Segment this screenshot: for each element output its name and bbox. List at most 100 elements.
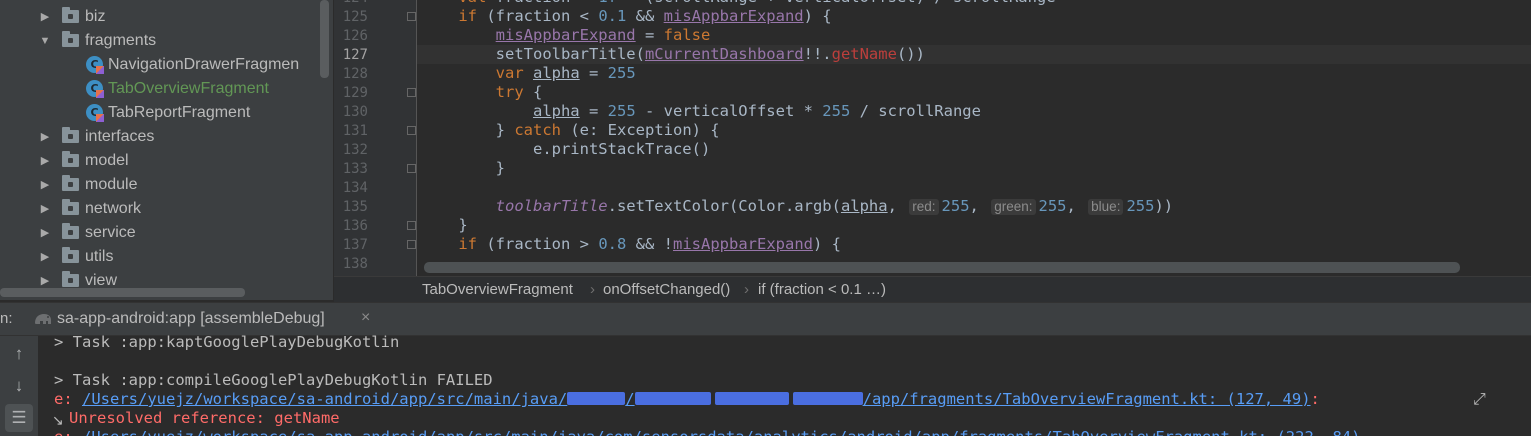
close-icon[interactable]: × bbox=[361, 309, 370, 327]
breadcrumb-separator: › bbox=[744, 281, 749, 298]
triangle-right-icon[interactable]: ▶ bbox=[38, 221, 52, 245]
breadcrumb-separator: › bbox=[590, 281, 595, 298]
tree-item-label: interfaces bbox=[85, 128, 155, 145]
panel-title-fragment: n: bbox=[0, 310, 13, 327]
folder-icon bbox=[62, 31, 79, 47]
line-number: 133 bbox=[342, 161, 368, 177]
gradle-elephant-icon bbox=[35, 314, 51, 324]
tree-item-navigationdrawerfragment[interactable]: C NavigationDrawerFragmen bbox=[0, 53, 320, 77]
tree-item-taboverviewfragment[interactable]: C TabOverviewFragment bbox=[0, 77, 320, 101]
tree-item-model[interactable]: ▶ model bbox=[0, 149, 320, 173]
code-line[interactable]: } catch (e: Exception) { bbox=[421, 121, 720, 140]
tree-item-interfaces[interactable]: ▶ interfaces bbox=[0, 125, 320, 149]
tree-item-service[interactable]: ▶ service bbox=[0, 221, 320, 245]
code-line[interactable]: try { bbox=[421, 83, 543, 102]
line-number: 137 bbox=[342, 237, 368, 253]
folder-icon bbox=[62, 223, 79, 239]
line-number: 129 bbox=[342, 85, 368, 101]
line-number: 124 bbox=[334, 0, 368, 8]
folder-icon bbox=[62, 127, 79, 143]
line-number: 130 bbox=[342, 104, 368, 120]
triangle-right-icon[interactable]: ▶ bbox=[38, 125, 52, 149]
run-tab-label: sa-app-android:app [assembleDebug] bbox=[57, 310, 325, 327]
folder-icon bbox=[62, 175, 79, 191]
tree-item-fragments[interactable]: ▼ fragments bbox=[0, 29, 320, 53]
folder-icon bbox=[62, 199, 79, 215]
tree-item-label: model bbox=[85, 152, 129, 169]
redacted-block bbox=[634, 392, 711, 405]
code-line[interactable]: if (fraction < 0.1 && misAppbarExpand) { bbox=[421, 7, 831, 26]
divider bbox=[416, 0, 417, 276]
triangle-right-icon[interactable]: ▶ bbox=[38, 197, 52, 221]
line-number: 128 bbox=[342, 66, 368, 82]
triangle-right-icon[interactable]: ▶ bbox=[38, 5, 52, 29]
tree-item-tabreportfragment[interactable]: C TabReportFragment bbox=[0, 101, 320, 125]
parameter-hint: red: bbox=[909, 199, 939, 215]
fold-marker-icon[interactable] bbox=[407, 164, 416, 173]
error-arrow-icon: ↘ bbox=[52, 412, 64, 428]
folder-icon bbox=[62, 271, 79, 287]
run-tab[interactable]: sa-app-android:app [assembleDebug] × bbox=[22, 303, 388, 336]
folder-icon bbox=[62, 7, 79, 23]
tree-vertical-scrollbar[interactable] bbox=[320, 0, 329, 78]
triangle-right-icon[interactable]: ▶ bbox=[38, 245, 52, 269]
triangle-right-icon[interactable]: ▶ bbox=[38, 173, 52, 197]
breadcrumb-item-block[interactable]: if (fraction < 0.1 …) bbox=[758, 277, 886, 303]
code-line[interactable]: misAppbarExpand = false bbox=[421, 26, 711, 45]
tree-item-label: utils bbox=[85, 248, 114, 265]
tree-item-label: service bbox=[85, 224, 136, 241]
fold-marker-icon[interactable] bbox=[407, 12, 416, 21]
breadcrumb-item-method[interactable]: onOffsetChanged() bbox=[603, 277, 730, 303]
redacted-block bbox=[714, 392, 789, 405]
error-prefix: e: bbox=[54, 390, 82, 408]
line-number: 132 bbox=[342, 142, 368, 158]
code-line[interactable]: toolbarTitle.setTextColor(Color.argb(alp… bbox=[421, 197, 1173, 216]
tree-item-utils[interactable]: ▶ utils bbox=[0, 245, 320, 269]
run-panel-header: n: sa-app-android:app [assembleDebug] × bbox=[0, 302, 1531, 336]
triangle-right-icon[interactable]: ▶ bbox=[38, 149, 52, 173]
expand-icon[interactable]: ⤢ bbox=[1473, 391, 1486, 409]
error-file-link[interactable]: /Users/yuejz/workspace/sa-android/app/sr… bbox=[82, 390, 1311, 408]
fold-marker-icon[interactable] bbox=[407, 240, 416, 249]
soft-wrap-icon: ☰ bbox=[11, 408, 27, 427]
line-number: 126 bbox=[342, 28, 368, 44]
code-line[interactable]: if (fraction > 0.8 && !misAppbarExpand) … bbox=[421, 235, 841, 254]
error-file-link[interactable]: /Users/yuejz/workspace/sa-app-android/ap… bbox=[82, 428, 1360, 436]
tree-item-biz[interactable]: ▶ biz bbox=[0, 5, 320, 29]
code-line[interactable]: setToolbarTitle(mCurrentDashboard!!.getN… bbox=[421, 45, 925, 64]
console-error-line: e: /Users/yuejz/workspace/sa-app-android… bbox=[54, 428, 1360, 436]
arrow-down-icon[interactable]: ↓ bbox=[9, 376, 29, 396]
line-number: 125 bbox=[342, 9, 368, 25]
code-line[interactable]: val fraction = 1f * (scrollRange + verti… bbox=[421, 0, 1055, 7]
console-error-message: Unresolved reference: getName bbox=[69, 409, 340, 427]
console-line: > Task :app:kaptGooglePlayDebugKotlin bbox=[54, 333, 400, 351]
code-line[interactable]: } bbox=[421, 216, 467, 235]
tree-item-module[interactable]: ▶ module bbox=[0, 173, 320, 197]
fold-marker-icon[interactable] bbox=[407, 126, 416, 135]
error-colon: : bbox=[1310, 390, 1320, 408]
triangle-down-icon[interactable]: ▼ bbox=[38, 29, 52, 53]
line-number: 134 bbox=[342, 180, 368, 196]
soft-wrap-button[interactable]: ☰ bbox=[5, 404, 33, 432]
tree-item-label: NavigationDrawerFragmen bbox=[108, 56, 300, 73]
tree-item-label: fragments bbox=[85, 32, 157, 49]
tree-item-network[interactable]: ▶ network bbox=[0, 197, 320, 221]
folder-icon bbox=[62, 151, 79, 167]
tree-item-label: module bbox=[85, 176, 138, 193]
code-line[interactable]: alpha = 255 - verticalOffset * 255 / scr… bbox=[421, 102, 981, 121]
project-tree: ▶ biz ▼ fragments C NavigationDrawerFrag… bbox=[0, 0, 333, 300]
editor-horizontal-scrollbar[interactable] bbox=[424, 262, 1460, 273]
line-number: 135 bbox=[342, 199, 368, 215]
kotlin-class-icon: C bbox=[86, 104, 104, 122]
fold-marker-icon[interactable] bbox=[407, 88, 416, 97]
parameter-hint: blue: bbox=[1088, 199, 1124, 215]
code-line[interactable]: } bbox=[421, 159, 505, 178]
kotlin-class-icon: C bbox=[86, 56, 104, 74]
tree-horizontal-scrollbar[interactable] bbox=[0, 288, 245, 297]
fold-marker-icon[interactable] bbox=[407, 221, 416, 230]
breadcrumb-item-class[interactable]: TabOverviewFragment bbox=[422, 277, 573, 303]
code-line[interactable]: e.printStackTrace() bbox=[421, 140, 710, 159]
code-line[interactable]: var alpha = 255 bbox=[421, 64, 636, 83]
arrow-up-icon[interactable]: ↑ bbox=[9, 344, 29, 364]
breadcrumb: TabOverviewFragment › onOffsetChanged() … bbox=[334, 276, 1531, 302]
